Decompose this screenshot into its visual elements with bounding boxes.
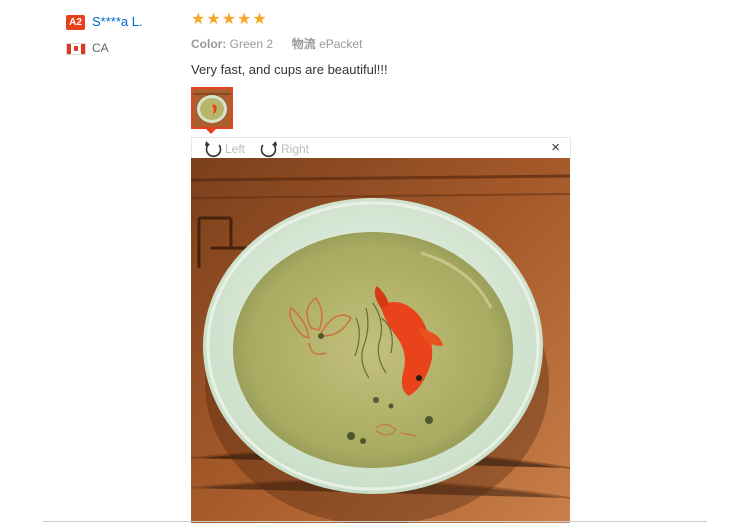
reviewer-country: CA	[92, 41, 109, 55]
thumbnail-image	[193, 89, 231, 127]
color-value: Green 2	[229, 37, 274, 51]
thumbnail-pointer	[205, 128, 217, 134]
rotate-left-icon	[205, 141, 222, 158]
star-icon: ★	[237, 11, 252, 28]
star-rating: ★ ★ ★ ★ ★	[191, 11, 267, 29]
rotate-right-button[interactable]: Right	[258, 139, 309, 159]
reviewer-name-link[interactable]: S****a L.	[92, 13, 143, 31]
canada-flag-icon	[66, 43, 86, 55]
rotate-left-button[interactable]: Left	[202, 139, 245, 159]
close-icon[interactable]: ×	[551, 139, 560, 157]
review-page: A2 S****a L. CA ★ ★ ★ ★ ★ Color: Green 2…	[0, 0, 750, 526]
star-icon: ★	[221, 11, 237, 28]
star-icon: ★	[191, 11, 206, 28]
star-icon: ★	[252, 11, 267, 28]
review-photo-thumbnail[interactable]	[191, 87, 233, 129]
star-icon: ★	[206, 11, 221, 28]
rotate-left-label: Left	[225, 142, 246, 156]
shipping-value: ePacket	[319, 37, 363, 51]
order-attributes: Color: Green 2 物流 ePacket	[191, 36, 362, 52]
rotate-right-icon	[260, 141, 277, 158]
teacup-photo	[191, 158, 570, 523]
rotate-right-label: Right	[281, 142, 310, 156]
review-text: Very fast, and cups are beautiful!!!	[191, 62, 388, 77]
color-label: Color:	[191, 37, 227, 51]
user-level-badge: A2	[66, 15, 85, 30]
shipping-label: 物流	[291, 37, 316, 51]
review-photo-large[interactable]	[191, 158, 570, 523]
image-viewer-toolbar: Left Right ×	[191, 137, 571, 159]
review-divider	[43, 521, 707, 522]
